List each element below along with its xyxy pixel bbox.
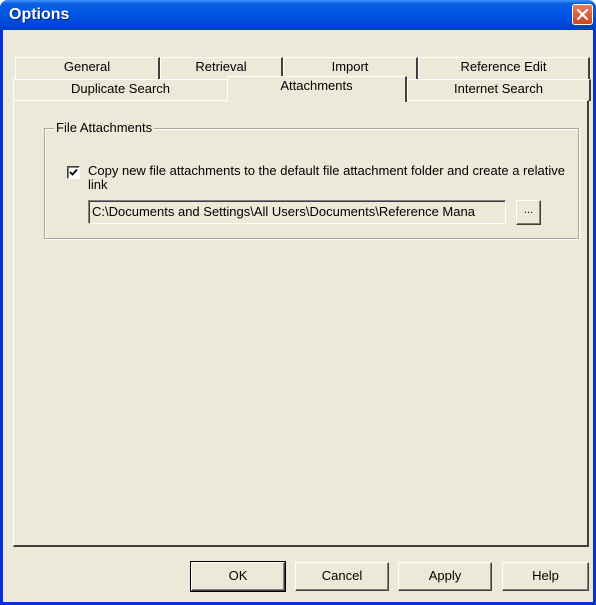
file-attachments-group: File Attachments Copy new file attachmen… [44, 120, 579, 239]
copy-attachments-label[interactable]: Copy new file attachments to the default… [88, 164, 568, 192]
window-title: Options [9, 6, 70, 23]
tab-label: Attachments [280, 78, 353, 93]
tab-internet-search[interactable]: Internet Search [407, 79, 591, 101]
group-title: File Attachments [54, 120, 155, 135]
close-icon [576, 8, 589, 21]
browse-folder-button[interactable]: ... [516, 200, 541, 225]
options-dialog: Options General Retrieval Import Referen… [0, 0, 596, 605]
tab-general[interactable]: General [15, 57, 160, 79]
tab-attachments[interactable]: Attachments [227, 76, 407, 102]
attachments-panel: File Attachments Copy new file attachmen… [13, 100, 589, 547]
tab-reference-edit[interactable]: Reference Edit [418, 57, 590, 79]
ok-button[interactable]: OK [190, 561, 286, 592]
title-bar[interactable]: Options [0, 0, 596, 30]
tab-label: Internet Search [454, 81, 543, 96]
copy-attachments-checkbox[interactable] [67, 166, 80, 179]
tab-label: Import [331, 59, 369, 74]
tab-label: General [63, 59, 111, 74]
close-button[interactable] [572, 4, 593, 25]
attachment-folder-path-field[interactable]: C:\Documents and Settings\All Users\Docu… [88, 200, 506, 224]
tab-duplicate-search[interactable]: Duplicate Search [13, 79, 229, 101]
tab-label: Retrieval [195, 59, 247, 74]
checkmark-icon [69, 168, 78, 176]
tab-label: Reference Edit [460, 59, 547, 74]
cancel-button[interactable]: Cancel [295, 562, 389, 591]
apply-button[interactable]: Apply [398, 562, 492, 591]
help-button[interactable]: Help [502, 562, 589, 591]
tab-label: Duplicate Search [71, 81, 170, 96]
